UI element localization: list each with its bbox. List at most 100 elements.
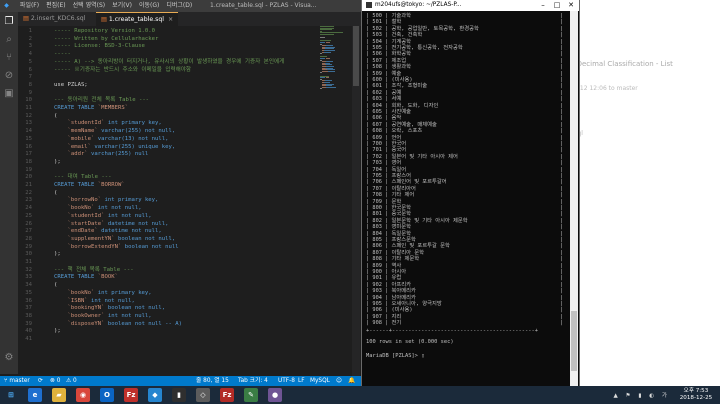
start-icon[interactable]: ⊞ [4,388,18,402]
explorer-icon[interactable]: ❐ [0,16,18,28]
editor-scrollbar-thumb[interactable] [353,26,359,86]
code-line[interactable]: --- 책 전체 목록 Table --- [54,267,134,275]
code-line[interactable]: CREATE TABLE `MEMBERS` [54,105,128,113]
code-line[interactable]: --- 대여 Table --- [54,174,111,182]
minimap-line [320,88,322,90]
feedback-icon[interactable]: ☺ [336,376,342,386]
outlook-icon[interactable]: O [100,388,114,402]
warnings-status[interactable]: ⚠ 0 [66,376,77,386]
row-code: 606 [372,115,382,122]
row-value: 기타 제어 [391,192,415,199]
settings-gear-icon[interactable]: ⚙ [0,352,18,364]
minimap[interactable] [320,26,350,96]
minimize-button[interactable]: – [536,0,550,11]
vscode-icon[interactable]: ◆ [148,388,162,402]
sync-icon[interactable]: ⟳ [38,376,43,386]
code-line[interactable]: ----- [54,51,71,59]
menu-item[interactable]: 디버그(D) [166,0,192,12]
notifications-icon[interactable]: 🔔 [348,376,355,386]
filezilla2-icon[interactable]: Fz [220,388,234,402]
code-line[interactable]: `memName` varchar(255) not null, [54,128,175,136]
editor-scrollbar[interactable] [352,26,360,376]
tray-icons[interactable]: ▲ ⚑ ▮ ◐ 가 [613,391,670,399]
editor-tab[interactable]: ▤ 2.insert_KDC6.sql [18,12,96,26]
table-border: | [381,64,392,71]
menu-item[interactable]: 보기(V) [112,0,132,12]
code-token: ); [54,158,61,165]
code-line[interactable]: `borrowNo` int primary key, [54,197,158,205]
terminal-window[interactable]: m204ufs@tokyo: ~/PZLAS-P... – □ ✕ | 500 … [361,0,580,386]
code-line[interactable]: `borrowExtendYN` boolean not null [54,244,178,252]
code-line[interactable]: ); [54,328,61,336]
code-line[interactable]: --- 동아리원 전체 목록 Table --- [54,97,149,105]
code-line[interactable]: ----- License: BSD-3-Clause [54,43,145,51]
code-line[interactable]: CREATE TABLE `BOOK` [54,274,118,282]
row-code: 508 [372,64,382,71]
code-line[interactable]: `addr` varchar(255) null [54,151,148,159]
code-line[interactable]: `ISBN` int not null, [54,298,134,306]
cursor-position[interactable]: 줄 80, 열 15 [196,376,229,386]
code-line[interactable]: ----- Repository Version 1.0.0 [54,28,155,36]
code-line[interactable]: ( [54,190,57,198]
explorer-icon[interactable]: ▰ [52,388,66,402]
sql-prompt[interactable]: MariaDB [PZLAS]> ▯ [366,353,424,359]
debug-icon[interactable]: ⊘ [0,70,18,82]
vm-icon[interactable]: ◇ [196,388,210,402]
github-icon[interactable]: ● [268,388,282,402]
code-line[interactable]: ( [54,282,57,290]
ie-icon[interactable]: e [28,388,42,402]
menu-item[interactable]: 편집(E) [46,0,66,12]
source-control-icon[interactable]: ⑂ [0,52,18,64]
code-line[interactable]: `supplementYN` boolean not null, [54,236,175,244]
code-line[interactable]: `bookOwner` int not null, [54,312,152,321]
code-line[interactable]: `disposeYN` boolean not null -- A) [54,321,182,329]
table-border: | [381,25,392,32]
notes-icon[interactable]: ✎ [244,388,258,402]
code-line[interactable]: ( [54,113,57,121]
code-line[interactable]: `bookNo` int primary key, [54,290,151,298]
code-line[interactable]: `bookingYN` boolean not null, [54,305,165,313]
code-line[interactable]: `email` varchar(255) unique key, [54,144,175,152]
git-branch-status[interactable]: ⑂ master [4,376,30,386]
menu-item[interactable]: 선택 영역(S) [73,0,105,12]
chrome-icon[interactable]: ◉ [76,388,90,402]
code-line[interactable]: ); [54,159,61,167]
code-line[interactable]: `studentId` int not null, [54,213,151,221]
line-number: 21 [25,182,32,188]
terminal-scrollbar-thumb[interactable] [571,311,577,371]
line-number: 26 [25,220,32,227]
terminal-output[interactable]: | 500 | 기술과학 | | 501 | 철학 | | 502 | 공학, 공업일반… [362,11,570,386]
code-editor[interactable]: 1 ----- Repository Version 1.0.0 2 ----- Wr… [18,26,318,376]
editor-tab[interactable]: ▤ 1.create_table.sql × [96,12,178,26]
code-line[interactable]: `startDate` datetime not null, [54,221,168,229]
terminal-icon[interactable]: ▮ [172,388,186,402]
extensions-icon[interactable]: ▣ [0,88,18,100]
encoding-status[interactable]: UTF-8 [278,376,295,386]
code-line[interactable]: use PZLAS; [54,82,88,90]
terminal-scrollbar[interactable] [570,11,578,386]
code-token: int not null, [107,312,152,319]
code-line[interactable]: ); [54,251,61,259]
code-token: ); [54,328,61,335]
code-line[interactable]: `studentId` int primary key, [54,120,161,128]
filezilla-icon[interactable]: Fz [124,388,138,402]
code-line[interactable]: `bookNo` int not null, [54,205,141,213]
table-border: | [381,288,392,295]
clock[interactable]: 오후 7:53 2018-12-25 [676,388,716,402]
search-icon[interactable]: ⌕ [0,34,18,46]
code-line[interactable]: ----- Written by Cellularhacker [54,36,158,44]
eol-status[interactable]: LF [298,376,305,386]
code-line[interactable]: `mobile` varchar(13) not null, [54,136,168,144]
close-button[interactable]: ✕ [564,0,578,11]
code-line[interactable]: ----- A) --> 동아리방이 터지거나, 유사시의 상황이 발생하였을 … [54,59,284,67]
errors-status[interactable]: ⊗ 0 [50,376,60,386]
tab-size-status[interactable]: Tab 크기: 4 [238,376,268,386]
code-line[interactable]: `endDate` datetime not null, [54,228,161,236]
close-icon[interactable]: × [168,16,173,23]
maximize-button[interactable]: □ [550,0,564,11]
code-line[interactable]: CREATE TABLE `BORROW` [54,182,125,190]
menu-item[interactable]: 파일(F) [20,0,39,12]
language-status[interactable]: MySQL [310,376,330,386]
menu-item[interactable]: 이동(G) [139,0,159,12]
code-line[interactable]: ----- ※기증자는 반드시 주소와 이메일을 입력해야함 [54,67,191,75]
